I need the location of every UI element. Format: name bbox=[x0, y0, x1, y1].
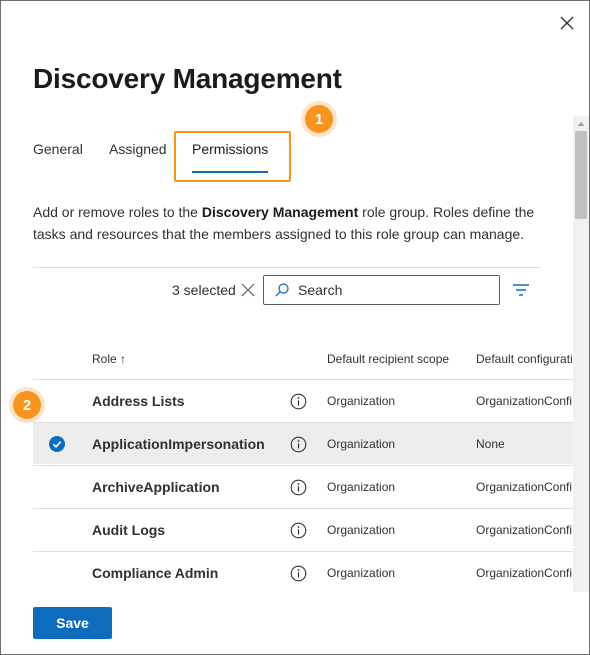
recipient-scope: Organization bbox=[327, 437, 396, 451]
tab-general[interactable]: General bbox=[33, 141, 83, 157]
column-header-role[interactable]: Role ↑ bbox=[92, 352, 126, 366]
role-name: Compliance Admin bbox=[92, 565, 219, 581]
tab-assigned[interactable]: Assigned bbox=[109, 141, 167, 157]
column-header-configuration[interactable]: Default configurati bbox=[476, 352, 573, 366]
info-icon[interactable] bbox=[290, 393, 307, 410]
table-header: Role ↑ Default recipient scope Default c… bbox=[33, 343, 573, 379]
table-row[interactable]: Audit Logs Organization OrganizationConf… bbox=[33, 508, 573, 550]
callout-badge-1: 1 bbox=[305, 105, 333, 133]
scrollbar-thumb[interactable] bbox=[575, 131, 587, 219]
recipient-scope: Organization bbox=[327, 394, 396, 408]
configuration-scope: OrganizationConfi bbox=[476, 480, 573, 494]
description-role-group-name: Discovery Management bbox=[201, 204, 359, 220]
configuration-scope: OrganizationConfi bbox=[476, 523, 573, 537]
scroll-up-arrow-icon[interactable] bbox=[573, 116, 589, 132]
role-name: ArchiveApplication bbox=[92, 479, 220, 495]
description-text: Add or remove roles to the Discovery Man… bbox=[33, 201, 538, 245]
tab-highlight-box bbox=[174, 131, 291, 182]
table-row[interactable]: ArchiveApplication Organization Organiza… bbox=[33, 465, 573, 507]
table-row[interactable]: ApplicationImpersonation Organization No… bbox=[33, 422, 573, 464]
configuration-scope: OrganizationConfi bbox=[476, 394, 573, 408]
recipient-scope: Organization bbox=[327, 566, 396, 580]
filter-icon[interactable] bbox=[513, 283, 529, 297]
clear-selection-icon[interactable] bbox=[240, 282, 256, 298]
dialog-title: Discovery Management bbox=[33, 63, 342, 94]
search-box[interactable] bbox=[263, 275, 500, 305]
search-input[interactable] bbox=[298, 282, 478, 298]
table-row[interactable]: Compliance Admin Organization Organizati… bbox=[33, 551, 573, 593]
description-before: Add or remove roles to the bbox=[33, 204, 202, 220]
configuration-scope: OrganizationConfi bbox=[476, 566, 573, 580]
info-icon[interactable] bbox=[290, 436, 307, 453]
role-name: ApplicationImpersonation bbox=[92, 436, 265, 452]
divider bbox=[33, 267, 541, 268]
search-icon bbox=[275, 283, 289, 297]
checkmark-icon[interactable] bbox=[49, 436, 65, 452]
info-icon[interactable] bbox=[290, 522, 307, 539]
table-row[interactable]: Address Lists Organization OrganizationC… bbox=[33, 379, 573, 421]
close-icon[interactable] bbox=[557, 13, 577, 33]
info-icon[interactable] bbox=[290, 479, 307, 496]
configuration-scope: None bbox=[476, 437, 505, 451]
permissions-dialog: Discovery Management 1 General Assigned … bbox=[0, 0, 590, 655]
role-name: Address Lists bbox=[92, 393, 185, 409]
recipient-scope: Organization bbox=[327, 523, 396, 537]
info-icon[interactable] bbox=[290, 565, 307, 582]
selected-count: 3 selected bbox=[172, 282, 236, 298]
save-button[interactable]: Save bbox=[33, 607, 112, 639]
column-header-recipient-scope[interactable]: Default recipient scope bbox=[327, 352, 449, 366]
callout-badge-2: 2 bbox=[13, 391, 41, 419]
role-name: Audit Logs bbox=[92, 522, 166, 538]
recipient-scope: Organization bbox=[327, 480, 396, 494]
